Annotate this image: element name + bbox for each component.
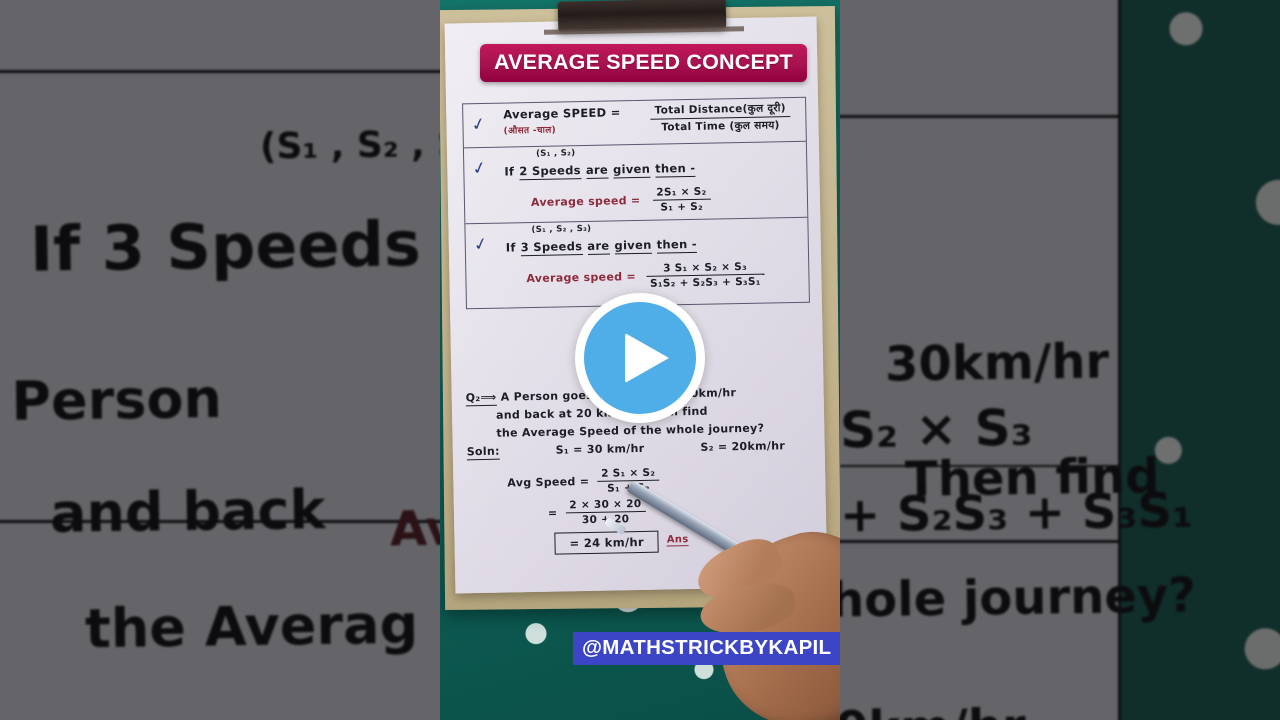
question-marker: Q₂⟹	[465, 390, 497, 407]
formula-2-vars: (S₁ , S₂)	[535, 148, 576, 159]
blurred-background-right: + S₂ S₂ × S₃ + S₂S₃ + S₃S₁ 30km/hr Then …	[840, 0, 1280, 720]
answer-value: 24 km/hr	[583, 534, 645, 551]
formula-2-if: If	[504, 164, 515, 179]
bg-fragment-kmhr-bottom: 0km/hr	[840, 699, 1026, 720]
play-triangle-icon	[625, 333, 669, 383]
formula-2-are: are	[585, 162, 609, 179]
bg-fragment: Q₂⟹ A Person	[0, 366, 223, 436]
formula-2-main: 2 Speeds	[519, 163, 582, 181]
formula-3-vars: (S₁ , S₂ , S₃)	[531, 223, 592, 236]
bg-fragment: the Averag	[84, 592, 419, 661]
formula-3-given: given	[614, 237, 652, 255]
bg-fragment: and back	[49, 478, 326, 545]
formula-3-main: 3 Speeds	[520, 239, 583, 257]
formula-2-given: given	[612, 161, 651, 179]
formula-2-then: then -	[655, 160, 696, 178]
formula-1-label-hindi: (औसत -चाल)	[503, 125, 557, 137]
formula-3-denominator: S₁S₂ + S₂S₃ + S₃S₁	[649, 275, 761, 290]
solution-given-s2: S₂ = 20km/hr	[700, 439, 786, 454]
formula-table: ✓ Average SPEED = (औसत -चाल) Total Dista…	[462, 96, 810, 310]
formula-2-numerator: 2S₁ × S₂	[652, 185, 711, 201]
bg-fragment-journey: hole journey?	[840, 567, 1197, 629]
calc-step-1-numerator: 2 S₁ × S₂	[597, 466, 660, 482]
formula-3-then: then -	[656, 236, 698, 254]
bg-fragment: (S₁ , S₂ , S₃	[259, 123, 441, 168]
title-banner: AVERAGE SPEED CONCEPT	[480, 44, 807, 82]
formula-3-if: If	[505, 240, 516, 255]
bg-fragment-kmhr-top: 30km/hr	[884, 333, 1110, 393]
formula-3-are: are	[587, 238, 610, 255]
solution-label: Soln:	[466, 444, 500, 461]
blurred-background-left: ✓ If 3 Speeds (S₁ , S₂ , S₃ Average Q₂⟹ …	[0, 0, 441, 720]
bg-fragment: If 3 Speeds	[29, 207, 422, 286]
check-icon: ✓	[470, 157, 489, 181]
video-player-frame: ✓ If 3 Speeds (S₁ , S₂ , S₃ Average Q₂⟹ …	[0, 0, 1280, 720]
formula-2-denominator: S₁ + S₂	[660, 200, 704, 214]
formula-2-result-label: Average speed =	[530, 193, 641, 210]
calc-step-1-label: Avg Speed =	[507, 474, 590, 490]
formula-1-label: Average SPEED =	[503, 105, 621, 122]
answer-equals: =	[569, 536, 580, 551]
formula-row-1: ✓ Average SPEED = (औसत -चाल) Total Dista…	[463, 97, 806, 149]
channel-handle-banner: @MATHSTRICKBYKAPIL	[573, 632, 840, 665]
solution-given-s1: S₁ = 30 km/hr	[555, 441, 645, 457]
check-icon: ✓	[471, 233, 491, 257]
calc-step-1: Avg Speed = 2 S₁ × S₂ S₁ + S₂	[507, 464, 819, 497]
calc-step-2-numerator: 2 × 30 × 20	[565, 497, 646, 514]
bg-fragment-thenfind: Then find	[904, 448, 1160, 508]
bg-fragment: Average	[389, 498, 441, 558]
formula-row-2: ✓ (S₁ , S₂) If 2 Speeds are given then -…	[463, 141, 808, 225]
play-button[interactable]	[575, 293, 705, 423]
answer-box: = 24 km/hr	[554, 530, 660, 555]
question-line-3: the Average Speed of the whole journey?	[496, 421, 765, 440]
formula-1-denominator: Total Time (कुल समय)	[661, 119, 780, 134]
calc-step-2-equals: =	[547, 506, 558, 520]
check-icon: ✓	[469, 113, 488, 137]
solution-given-row: Soln: S₁ = 30 km/hr S₂ = 20km/hr	[466, 439, 819, 461]
video-content-area[interactable]: ✓ Average SPEED = (औसत -चाल) Total Dista…	[440, 0, 840, 720]
hand-with-pen	[603, 479, 840, 720]
formula-3-result-label: Average speed =	[526, 270, 637, 286]
